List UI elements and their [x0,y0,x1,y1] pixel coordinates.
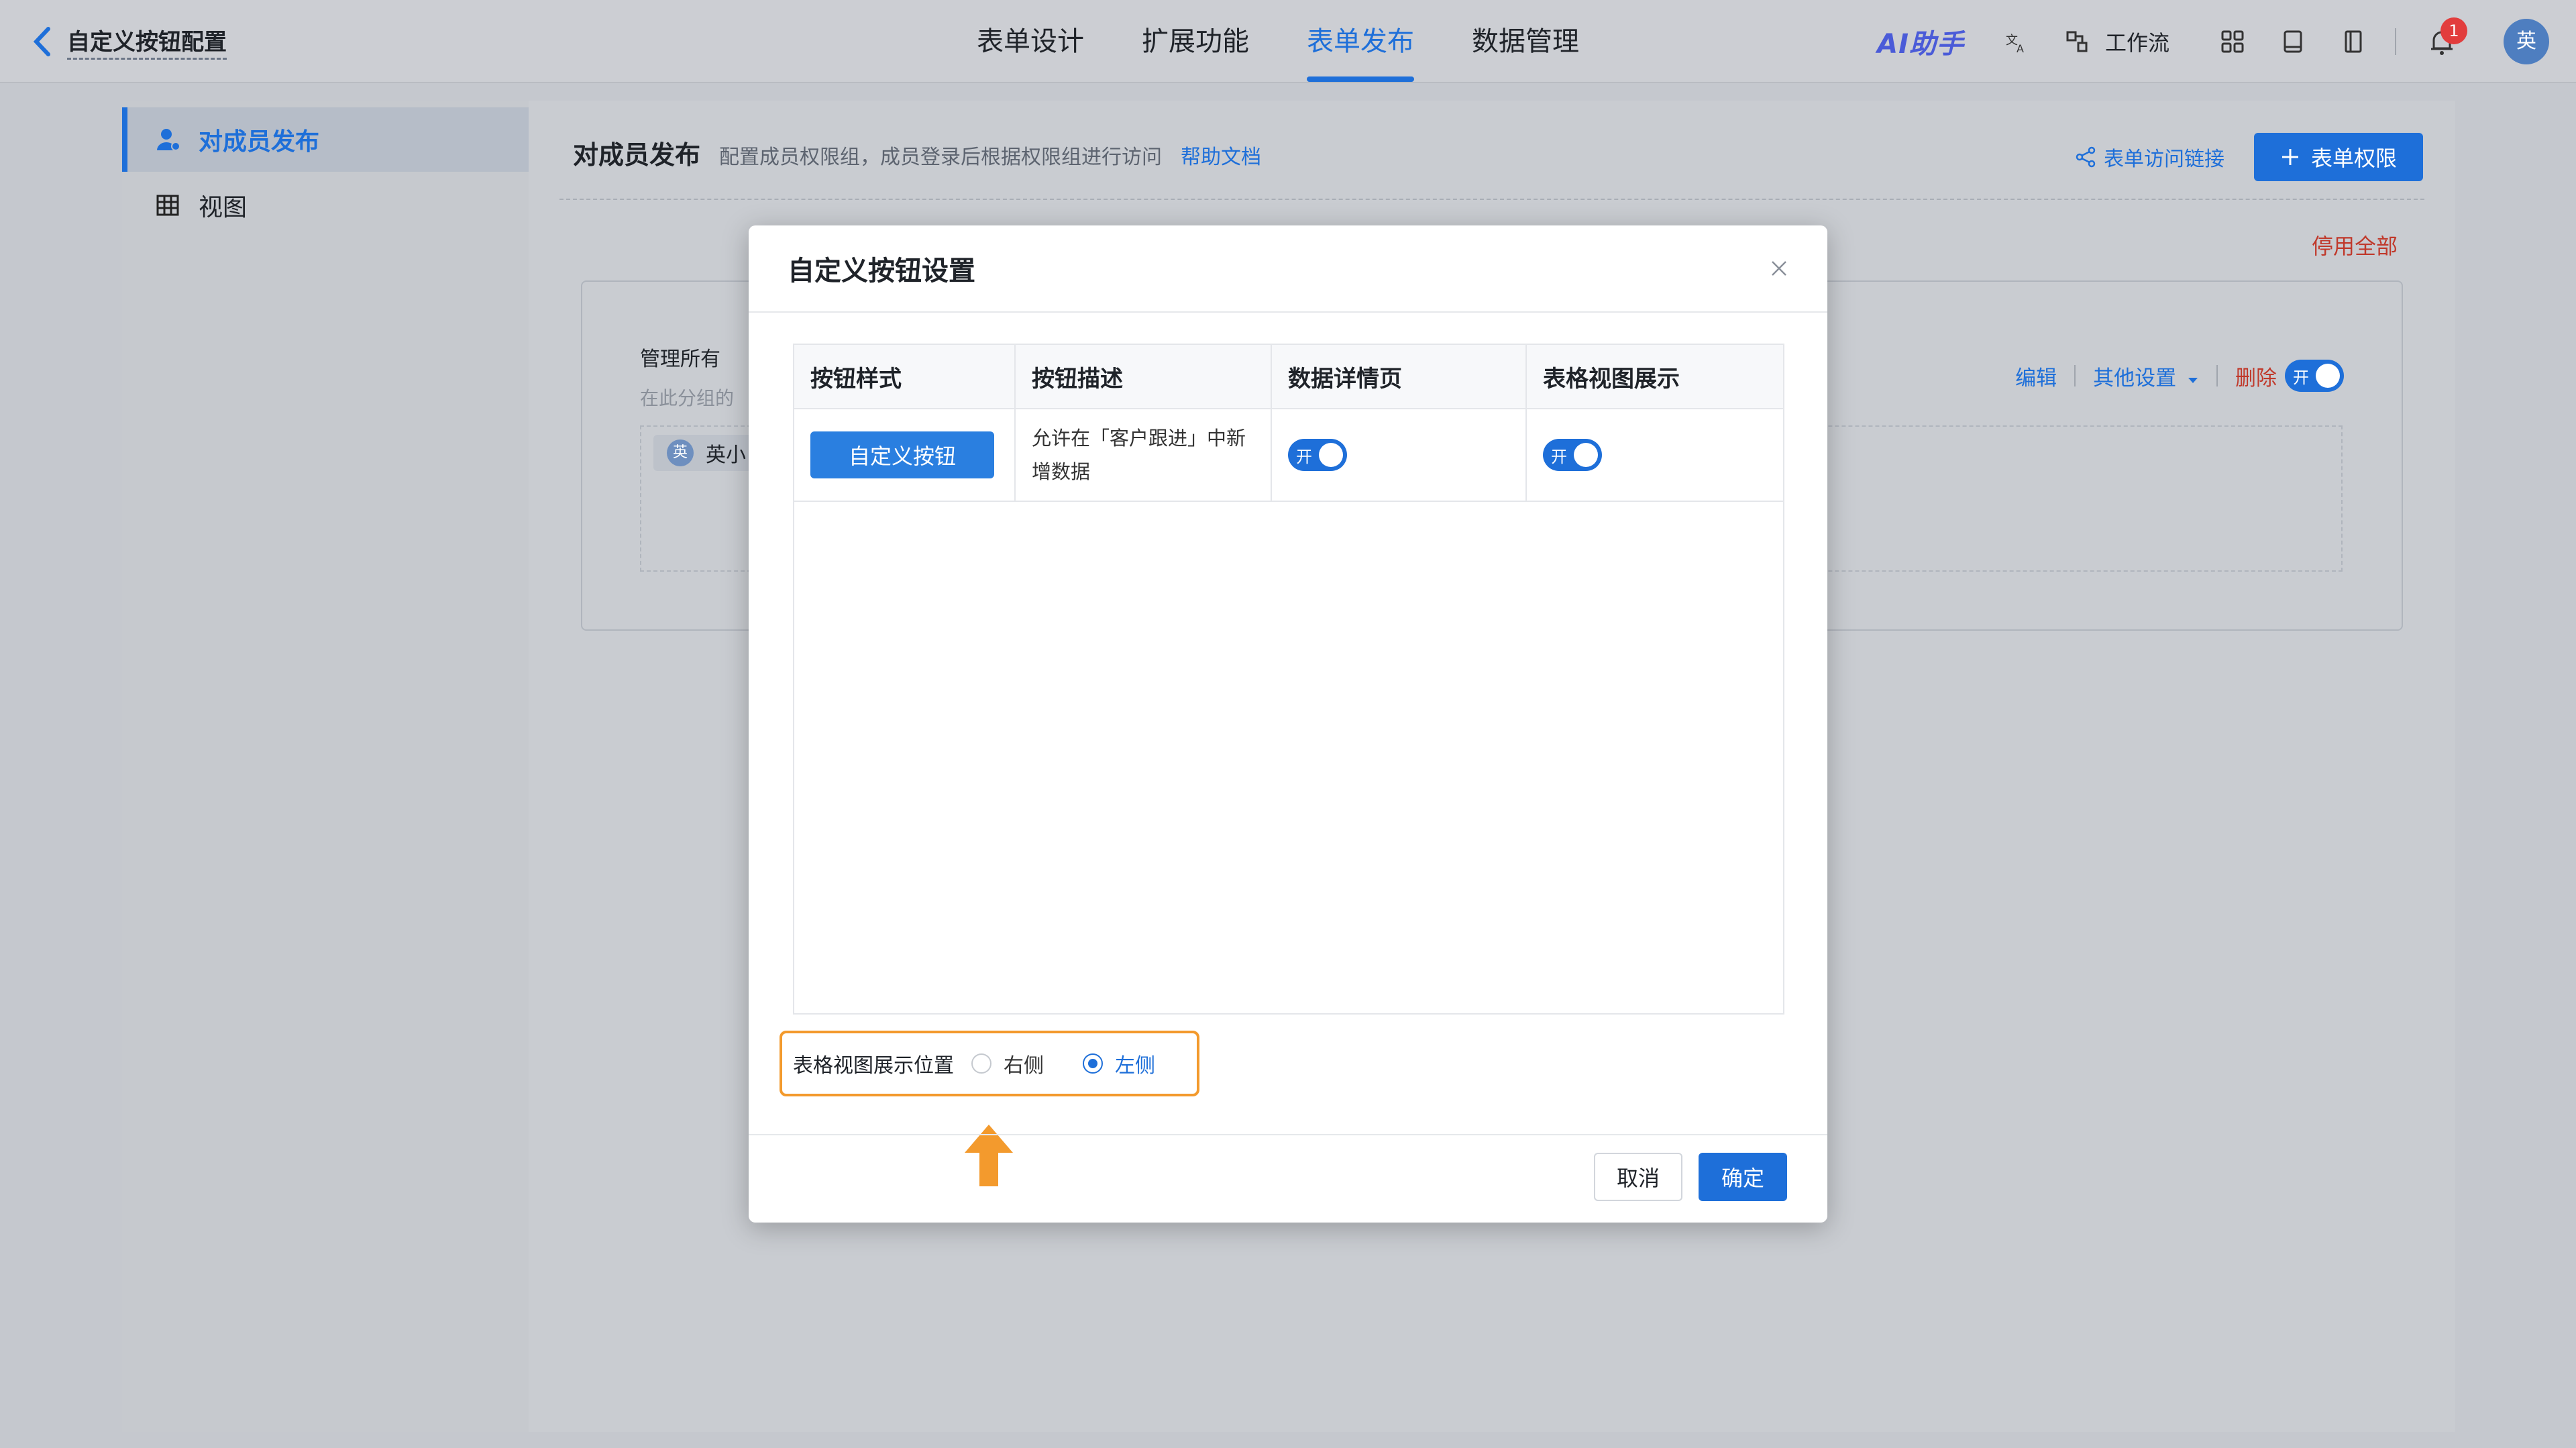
share-icon [2074,146,2097,168]
notification-badge: 1 [2440,17,2467,44]
button-description: 允许在「客户跟进」中新增数据 [1032,427,1246,483]
sidebar-item-label: 对成员发布 [199,128,320,156]
toggle-knob [1319,443,1343,467]
table-view-position-setting: 表格视图展示位置 右侧 左侧 [780,1031,1199,1096]
cancel-button[interactable]: 取消 [1594,1153,1682,1201]
svg-text:A: A [2017,42,2024,55]
apps-grid-icon[interactable] [2214,23,2251,60]
tab-form-design[interactable]: 表单设计 [977,20,1084,82]
button-description-cell: 允许在「客户跟进」中新增数据 [1016,409,1272,501]
group-subtitle: 在此分组的 [640,387,735,409]
workflow-icon[interactable] [2058,23,2096,60]
tab-data-management[interactable]: 数据管理 [1472,20,1579,82]
table-icon [152,189,184,221]
radio-right[interactable] [971,1053,991,1074]
position-label: 表格视图展示位置 [793,1054,954,1078]
divider [2395,28,2396,55]
form-permission-button[interactable]: 表单权限 [2254,133,2423,181]
tab-extensions[interactable]: 扩展功能 [1142,20,1249,82]
disable-all-button[interactable]: 停用全部 [2312,229,2398,260]
dialog-header: 自定义按钮设置 [749,225,1827,313]
form-access-link-label: 表单访问链接 [2104,148,2224,171]
detail-page-toggle[interactable]: 开 [1288,439,1347,471]
user-icon [152,123,184,156]
table-view-cell: 开 [1527,409,1783,501]
book-icon[interactable] [2274,23,2312,60]
divider [559,199,2424,200]
table-header: 按钮样式 按钮描述 数据详情页 表格视图展示 [794,345,1783,409]
sidebar-item-view[interactable]: 视图 [122,173,529,238]
radio-left[interactable] [1083,1053,1103,1074]
button-settings-table: 按钮样式 按钮描述 数据详情页 表格视图展示 自定义按钮 允许在「客户跟进」中新… [793,344,1784,1015]
radio-right-label[interactable]: 右侧 [1004,1049,1044,1078]
member-chip[interactable]: 英 英小 [653,435,759,471]
other-settings-label: 其他设置 [2093,366,2177,391]
form-permission-label: 表单权限 [2310,146,2397,171]
divider [2216,365,2218,386]
table-row: 自定义按钮 允许在「客户跟进」中新增数据 开 开 [794,409,1783,502]
delete-button[interactable]: 删除 [2235,361,2277,391]
ai-assistant-button[interactable]: AI助手 [1877,22,1964,61]
dialog-title: 自定义按钮设置 [788,256,975,287]
main-header: 对成员发布 配置成员权限组，成员登录后根据权限组进行访问 帮助文档 [573,134,1261,171]
toggle-label: 开 [1551,447,1567,466]
translate-icon[interactable]: 文A [1998,23,2035,60]
section-title: 对成员发布 [573,140,701,170]
divider [2074,365,2076,386]
notebook-icon[interactable] [2334,23,2372,60]
header-tools: AI助手 文A 工作流 1 英 [1877,17,2549,66]
section-description: 配置成员权限组，成员登录后根据权限组进行访问 [719,146,1163,169]
toggle-label: 开 [2293,368,2309,387]
back-button[interactable]: 自定义按钮配置 [32,20,227,63]
plus-icon [2280,147,2300,167]
avatar[interactable]: 英 [2504,19,2549,64]
button-style-cell: 自定义按钮 [794,409,1016,501]
other-settings-button[interactable]: 其他设置 [2093,361,2199,391]
member-name: 英小 [706,444,746,467]
confirm-button[interactable]: 确定 [1699,1153,1787,1201]
sidebar-item-member-publish[interactable]: 对成员发布 [122,107,529,172]
sidebar-item-label: 视图 [199,194,248,221]
close-icon[interactable] [1766,255,1792,282]
custom-button-preview[interactable]: 自定义按钮 [810,431,994,478]
detail-page-cell: 开 [1272,409,1527,501]
top-bar: 自定义按钮配置 表单设计 扩展功能 表单发布 数据管理 AI助手 文A 工作流 … [0,0,2576,83]
page-title: 自定义按钮配置 [67,23,227,60]
bell-icon[interactable]: 1 [2423,17,2467,60]
group-actions: 编辑 其他设置 删除 开 [2015,360,2344,392]
toggle-knob [2316,364,2340,388]
chevron-left-icon [32,23,60,60]
edit-button[interactable]: 编辑 [2015,361,2057,391]
column-header: 按钮描述 [1016,345,1272,408]
column-header: 表格视图展示 [1543,365,1680,393]
column-header: 按钮样式 [794,345,1016,408]
custom-button-settings-dialog: 自定义按钮设置 按钮样式 按钮描述 数据详情页 表格视图展示 自定义按钮 允许在… [749,225,1827,1223]
caret-down-icon [2187,366,2199,391]
help-doc-link[interactable]: 帮助文档 [1181,140,1261,170]
toggle-label: 开 [1296,447,1312,466]
tab-form-publish[interactable]: 表单发布 [1307,20,1414,82]
radio-left-label[interactable]: 左侧 [1115,1049,1155,1078]
sidebar: 对成员发布 视图 [122,101,529,1432]
table-view-toggle[interactable]: 开 [1543,439,1602,471]
column-header: 数据详情页 [1272,345,1527,408]
dialog-footer: 取消 确定 [749,1134,1827,1223]
avatar: 英 [667,439,694,466]
main-nav: 表单设计 扩展功能 表单发布 数据管理 [977,20,1637,82]
form-access-link[interactable]: 表单访问链接 [2074,142,2224,172]
group-enable-toggle[interactable]: 开 [2285,360,2344,392]
toggle-knob [1574,443,1598,467]
workflow-label[interactable]: 工作流 [2105,26,2169,57]
group-title: 管理所有 [640,348,720,371]
header-actions: 表单访问链接 表单权限 [2074,133,2423,181]
